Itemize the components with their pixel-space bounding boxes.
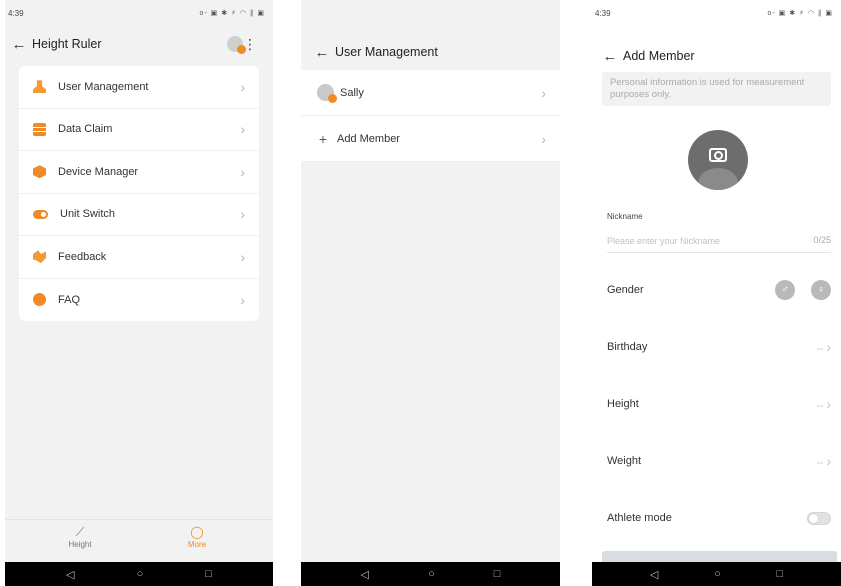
- tab-label: More: [187, 540, 207, 549]
- ruler-icon: ⟋: [75, 525, 85, 539]
- menu-item-feedback[interactable]: Feedback ›: [19, 236, 259, 279]
- user-icon: [33, 80, 46, 94]
- page-title: User Management: [335, 45, 438, 59]
- system-home-icon[interactable]: ○: [137, 568, 144, 580]
- data-icon: [33, 122, 46, 136]
- height-value: -- ›: [816, 396, 831, 412]
- system-recents-icon[interactable]: □: [776, 568, 783, 580]
- system-home-icon[interactable]: ○: [714, 568, 721, 580]
- add-member-label: Add Member: [337, 132, 400, 145]
- status-time: 4:39: [8, 9, 24, 18]
- avatar-upload[interactable]: [688, 130, 748, 190]
- female-icon[interactable]: ♀: [811, 280, 831, 300]
- chevron-right-icon: ›: [240, 206, 245, 223]
- add-member-button[interactable]: + Add Member ›: [301, 116, 560, 162]
- birthday-label: Birthday: [607, 341, 648, 353]
- menu-item-label: Feedback: [58, 250, 107, 263]
- chevron-right-icon: ›: [240, 163, 245, 180]
- gender-row: Gender ♂ ♀: [607, 278, 831, 302]
- screen-user-management: ← User Management Sally › + Add Member ›…: [301, 0, 560, 586]
- chevron-right-icon: ›: [541, 84, 546, 101]
- menu-item-data-claim[interactable]: Data Claim ›: [19, 109, 259, 151]
- birthday-value: -- ›: [816, 339, 831, 355]
- camera-icon: [709, 148, 727, 162]
- male-icon[interactable]: ♂: [775, 280, 795, 300]
- plus-icon: +: [318, 130, 328, 147]
- menu-item-device-manager[interactable]: Device Manager ›: [19, 151, 259, 194]
- menu-item-label: FAQ: [58, 293, 81, 306]
- bottom-tab-bar: ⟋ Height ◯ More: [5, 519, 273, 561]
- toggle-icon: [33, 209, 48, 219]
- app-header: ← Add Member: [592, 44, 841, 68]
- menu-item-label: Device Manager: [58, 165, 139, 178]
- back-arrow-icon[interactable]: ←: [6, 36, 32, 53]
- menu-item-faq[interactable]: FAQ ›: [19, 279, 259, 322]
- status-bar: 4:39 o- ▣ ✱ ⚡ ◠ ∥ ▣: [592, 6, 841, 20]
- tab-height[interactable]: ⟋ Height: [40, 524, 120, 549]
- page-title: Height Ruler: [32, 37, 102, 51]
- user-name: Sally: [340, 86, 364, 99]
- app-header: ← User Management: [301, 40, 560, 64]
- menu-card: User Management › Data Claim › Device Ma…: [19, 66, 259, 321]
- tab-label: Height: [68, 540, 92, 549]
- menu-item-label: Unit Switch: [60, 208, 116, 221]
- chevron-right-icon: ›: [240, 291, 245, 308]
- weight-label: Weight: [607, 455, 642, 467]
- system-back-icon[interactable]: ◁: [650, 568, 658, 581]
- chevron-right-icon: ›: [240, 78, 245, 95]
- system-recents-icon[interactable]: □: [205, 568, 212, 580]
- height-row[interactable]: Height -- ›: [607, 392, 831, 416]
- menu-item-label: Data Claim: [58, 123, 113, 136]
- faq-icon: [33, 293, 46, 307]
- system-back-icon[interactable]: ◁: [361, 568, 369, 581]
- system-nav-bar: ◁ ○ □: [5, 562, 273, 586]
- device-icon: [33, 165, 46, 179]
- athlete-mode-toggle[interactable]: [807, 511, 831, 525]
- menu-item-unit-switch[interactable]: Unit Switch ›: [19, 194, 259, 236]
- avatar[interactable]: [227, 36, 246, 54]
- menu-item-label: User Management: [58, 80, 149, 93]
- system-recents-icon[interactable]: □: [494, 568, 501, 580]
- more-icon: ◯: [190, 525, 204, 539]
- chevron-right-icon: ›: [541, 130, 546, 147]
- system-nav-bar: ◁ ○ □: [301, 562, 560, 586]
- handshake-icon: [33, 250, 46, 264]
- nickname-char-count: 0/25: [813, 235, 831, 245]
- back-arrow-icon[interactable]: ←: [309, 44, 335, 61]
- status-bar: 4:39 o- ▣ ✱ ⚡ ◠ ∥ ▣: [5, 6, 273, 20]
- chevron-right-icon: ›: [240, 121, 245, 138]
- height-label: Height: [607, 398, 639, 410]
- weight-row[interactable]: Weight -- ›: [607, 449, 831, 473]
- nickname-label: Nickname: [607, 212, 643, 221]
- status-icons: o- ▣ ✱ ⚡ ◠ ∥ ▣: [767, 10, 833, 17]
- system-home-icon[interactable]: ○: [428, 568, 435, 580]
- screen-height-ruler-more: 4:39 o- ▣ ✱ ⚡ ◠ ∥ ▣ ← Height Ruler ⋮ Use…: [5, 0, 273, 586]
- chevron-right-icon: ›: [826, 339, 831, 355]
- privacy-notice: Personal information is used for measure…: [602, 72, 831, 106]
- avatar: [317, 84, 337, 103]
- status-icons: o- ▣ ✱ ⚡ ◠ ∥ ▣: [199, 10, 265, 17]
- birthday-row[interactable]: Birthday -- ›: [607, 335, 831, 359]
- chevron-right-icon: ›: [826, 396, 831, 412]
- list-item-user[interactable]: Sally ›: [301, 70, 560, 116]
- weight-value: -- ›: [816, 453, 831, 469]
- nickname-input[interactable]: [607, 229, 831, 253]
- system-nav-bar: ◁ ○ □: [592, 562, 841, 586]
- chevron-right-icon: ›: [826, 453, 831, 469]
- gender-label: Gender: [607, 284, 644, 296]
- user-list: Sally › + Add Member ›: [301, 70, 560, 162]
- back-arrow-icon[interactable]: ←: [597, 48, 623, 65]
- athlete-mode-row: Athlete mode: [607, 506, 831, 530]
- status-time: 4:39: [595, 9, 611, 18]
- tab-more[interactable]: ◯ More: [157, 524, 237, 549]
- screen-add-member: 4:39 o- ▣ ✱ ⚡ ◠ ∥ ▣ ← Add Member Persona…: [592, 0, 841, 586]
- menu-item-user-management[interactable]: User Management ›: [19, 66, 259, 109]
- athlete-mode-label: Athlete mode: [607, 512, 672, 524]
- more-options-icon[interactable]: ⋮: [243, 36, 257, 53]
- page-title: Add Member: [623, 49, 695, 63]
- system-back-icon[interactable]: ◁: [66, 568, 74, 581]
- chevron-right-icon: ›: [240, 248, 245, 265]
